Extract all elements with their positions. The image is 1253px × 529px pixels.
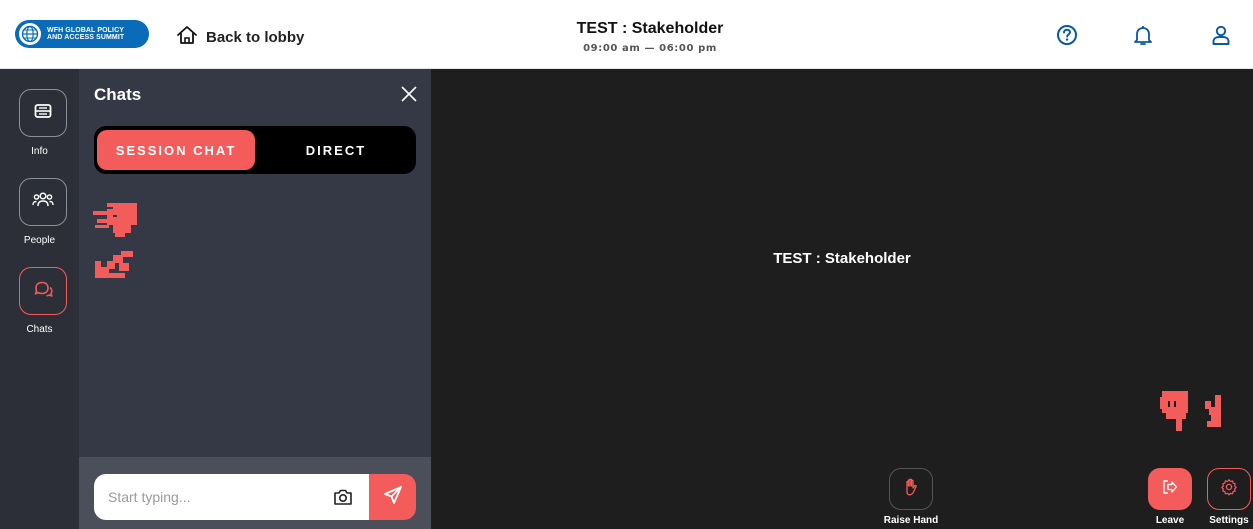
pointing-down-hand-icon [1158,387,1194,436]
tab-session-chat[interactable]: SESSION CHAT [97,130,255,170]
user-icon[interactable] [1210,24,1232,46]
arrow-down-right-icon [1201,391,1227,434]
settings-button[interactable] [1207,468,1251,510]
rail-item-people[interactable] [19,178,67,226]
globe-icon [19,23,41,45]
rail-label-chats: Chats [26,324,53,335]
chat-panel-title: Chats [94,85,142,104]
settings-label: Settings [1209,515,1249,526]
back-to-lobby-button[interactable]: Back to lobby [176,25,304,50]
page-title: TEST : Stakeholder [576,20,724,37]
people-icon [32,191,54,214]
session-header: TEST : Stakeholder 09:00 am — 06:00 pm [500,20,800,54]
summit-logo[interactable]: WFH GLOBAL POLICY AND ACCESS SUMMIT [15,20,149,48]
rail-label-info: Info [31,146,48,157]
rail-item-chats[interactable] [19,267,67,315]
tab-direct[interactable]: DIRECT [259,130,413,170]
leave-label: Leave [1155,515,1185,526]
send-button[interactable] [369,474,416,520]
rail-label-people: People [23,235,56,246]
home-icon [176,25,198,50]
gear-icon [1220,478,1238,501]
close-icon[interactable] [399,84,419,104]
chat-tabs: SESSION CHAT DIRECT [94,126,416,174]
exit-icon [1161,478,1179,501]
arrow-down-left-icon [93,247,143,284]
session-time: 09:00 am — 06:00 pm [583,43,717,54]
chat-panel: Chats SESSION CHAT DIRECT [79,69,431,529]
logo-text: WFH GLOBAL POLICY AND ACCESS SUMMIT [47,27,124,41]
logo-line-2: AND ACCESS SUMMIT [47,34,125,41]
chat-message-input[interactable] [94,474,369,520]
send-icon [383,485,403,510]
chat-icon [33,280,53,303]
left-rail: Info People Chats [0,69,79,529]
hand-icon [902,477,920,502]
bell-icon[interactable] [1132,24,1154,46]
app-root: WFH GLOBAL POLICY AND ACCESS SUMMIT Back… [0,0,1253,529]
leave-button[interactable] [1148,468,1192,510]
logo-line-1: WFH GLOBAL POLICY [47,27,125,34]
ticket-icon [34,103,52,124]
raise-hand-button[interactable] [889,468,933,510]
video-stage: TEST : Stakeholder Raise Hand Leave Sett… [431,69,1253,529]
rail-item-info[interactable] [19,89,67,137]
back-to-lobby-label: Back to lobby [206,29,305,46]
pointing-hand-icon [91,199,143,244]
camera-icon[interactable] [333,487,353,507]
chat-composer [79,457,431,529]
help-icon[interactable] [1056,24,1078,46]
raise-hand-label: Raise Hand [883,515,939,526]
header: WFH GLOBAL POLICY AND ACCESS SUMMIT Back… [0,0,1253,69]
stage-session-title: TEST : Stakeholder [773,250,911,267]
